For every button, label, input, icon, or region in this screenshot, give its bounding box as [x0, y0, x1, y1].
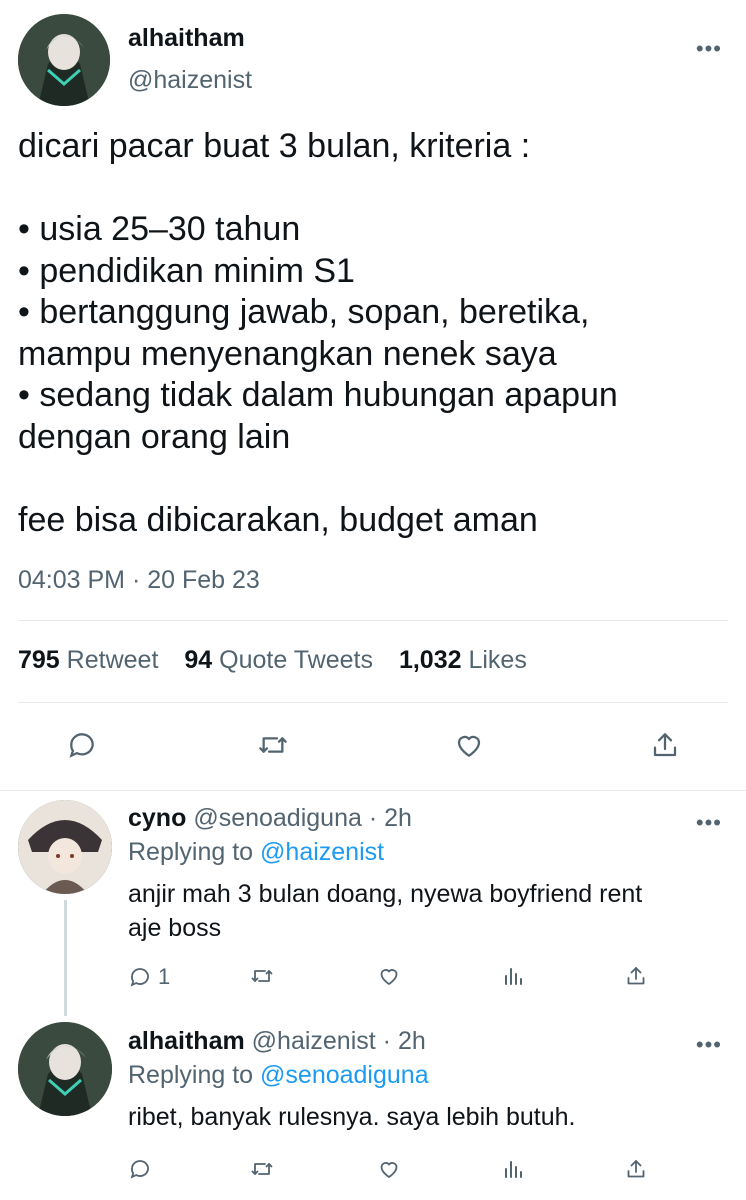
- replying-to-link[interactable]: @senoadiguna: [260, 1061, 429, 1089]
- reply-header: alhaitham @haizenist · 2h: [128, 1027, 426, 1056]
- analytics-icon[interactable]: [501, 1157, 525, 1186]
- reply-more-icon[interactable]: •••: [696, 812, 722, 834]
- tweet-text: dicari pacar buat 3 bulan, kriteria : • …: [18, 127, 618, 539]
- reply-author-avatar[interactable]: [18, 1022, 112, 1116]
- quote-stat[interactable]: 94 Quote Tweets: [184, 646, 373, 675]
- like-label: Likes: [468, 646, 527, 674]
- retweet-icon[interactable]: [256, 729, 290, 766]
- like-icon[interactable]: [376, 964, 402, 993]
- retweet-icon[interactable]: [249, 964, 275, 993]
- reply-more-icon[interactable]: •••: [696, 1034, 722, 1056]
- reply-handle[interactable]: @senoadiguna: [193, 804, 362, 832]
- replying-to: Replying to @haizenist: [128, 838, 384, 867]
- reply-handle[interactable]: @haizenist: [252, 1027, 376, 1055]
- author-display-name[interactable]: alhaitham: [128, 24, 245, 53]
- reply-display-name[interactable]: cyno: [128, 804, 186, 832]
- more-options-icon[interactable]: •••: [696, 38, 722, 60]
- divider: [18, 620, 728, 621]
- divider: [0, 790, 746, 791]
- share-icon[interactable]: [649, 729, 681, 766]
- reply-author-avatar[interactable]: [18, 800, 112, 894]
- like-count: 1,032: [398, 646, 462, 674]
- retweet-icon[interactable]: [249, 1157, 275, 1186]
- tweet-timestamp[interactable]: 04:03 PM · 20 Feb 23: [18, 566, 260, 595]
- retweet-label: Retweet: [66, 646, 159, 674]
- like-icon[interactable]: [376, 1157, 402, 1186]
- reply-text: ribet, banyak rulesnya. saya lebih butuh…: [128, 1103, 576, 1131]
- quote-count: 94: [184, 646, 213, 674]
- reply-action[interactable]: [128, 1157, 158, 1181]
- replying-to-prefix: Replying to: [128, 1061, 254, 1089]
- reply-icon[interactable]: [66, 729, 98, 766]
- reply-header: cyno @senoadiguna · 2h: [128, 804, 412, 833]
- tweet-stats: 795 Retweet 94 Quote Tweets 1,032 Likes: [18, 646, 527, 675]
- like-icon[interactable]: [452, 729, 486, 766]
- reply-age[interactable]: · 2h: [383, 1027, 426, 1055]
- replying-to-link[interactable]: @haizenist: [260, 838, 384, 866]
- author-avatar[interactable]: [18, 14, 110, 106]
- reply-text: anjir mah 3 bulan doang, nyewa boyfriend…: [128, 880, 643, 942]
- reply-action[interactable]: 1: [128, 964, 170, 990]
- reply-count: 1: [158, 964, 171, 989]
- like-stat[interactable]: 1,032 Likes: [399, 646, 527, 675]
- retweet-stat[interactable]: 795 Retweet: [18, 646, 158, 675]
- retweet-count: 795: [18, 646, 60, 674]
- quote-label: Quote Tweets: [219, 646, 373, 674]
- divider: [18, 702, 728, 703]
- analytics-icon[interactable]: [501, 964, 525, 993]
- share-icon[interactable]: [624, 1157, 648, 1186]
- reply-display-name[interactable]: alhaitham: [128, 1027, 245, 1055]
- author-handle[interactable]: @haizenist: [128, 66, 252, 95]
- replying-to-prefix: Replying to: [128, 838, 254, 866]
- replying-to: Replying to @senoadiguna: [128, 1061, 429, 1090]
- share-icon[interactable]: [624, 964, 648, 993]
- reply-age[interactable]: · 2h: [369, 804, 412, 832]
- thread-line: [64, 900, 67, 1016]
